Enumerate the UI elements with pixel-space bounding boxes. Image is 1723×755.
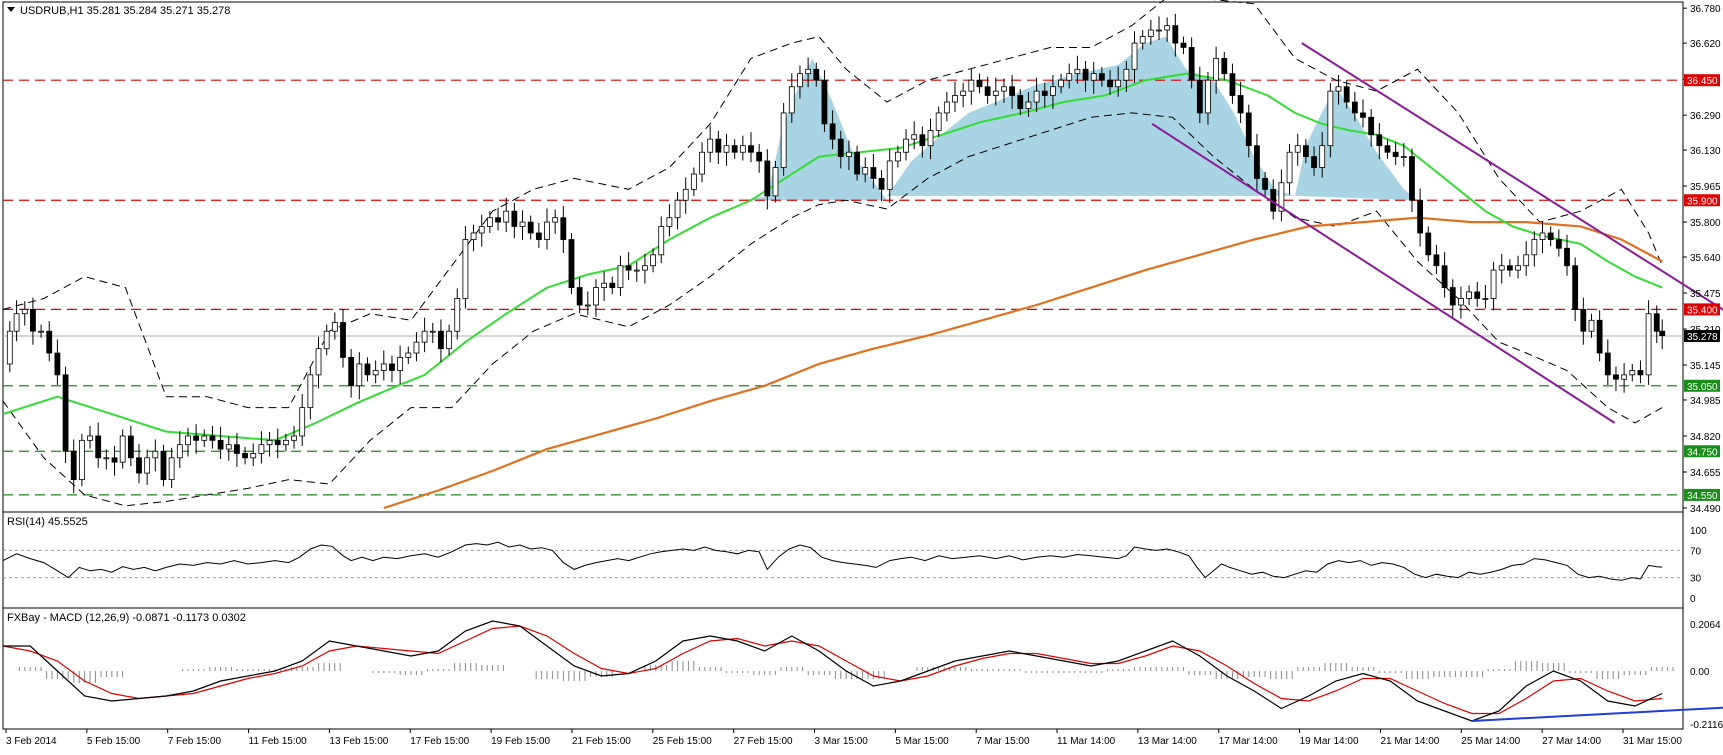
y-tick-label: 35.640 bbox=[1690, 253, 1721, 264]
x-tick-label: 17 Feb 15:00 bbox=[410, 736, 469, 747]
y-tick-label: 36.130 bbox=[1690, 146, 1721, 157]
candle bbox=[568, 232, 575, 295]
rsi-tick-label: 100 bbox=[1690, 526, 1707, 537]
x-tick-label: 27 Mar 14:00 bbox=[1542, 736, 1601, 747]
candle bbox=[62, 366, 69, 464]
rsi-title: RSI(14) 45.5525 bbox=[7, 516, 88, 528]
level-label: 36.450 bbox=[1687, 76, 1718, 87]
x-tick-label: 7 Mar 15:00 bbox=[976, 736, 1030, 747]
macd-tick-label: 0.00 bbox=[1690, 667, 1710, 678]
y-tick-label: 35.800 bbox=[1690, 218, 1721, 229]
x-tick-label: 19 Mar 14:00 bbox=[1300, 736, 1359, 747]
level-label: 34.750 bbox=[1687, 447, 1718, 458]
macd-title: FXBay - MACD (12,26,9) -0.0871 -0.1173 0… bbox=[7, 612, 246, 624]
chart-window: 100 70 30 0 0.2064 0.00 -0.2116 36.780 36.620 3… bbox=[0, 0, 1723, 750]
x-tick-label: 13 Mar 14:00 bbox=[1138, 736, 1197, 747]
y-tick-label: 35.145 bbox=[1690, 361, 1721, 372]
x-tick-label: 21 Feb 15:00 bbox=[572, 736, 631, 747]
y-tick-label: 36.620 bbox=[1690, 39, 1721, 50]
level-label: 35.400 bbox=[1687, 305, 1718, 316]
x-tick-label: 31 Mar 15:00 bbox=[1623, 736, 1682, 747]
x-tick-label: 13 Feb 15:00 bbox=[329, 736, 388, 747]
level-label: 35.050 bbox=[1687, 382, 1718, 393]
price-title: USDRUB,H1 35.281 35.284 35.271 35.278 bbox=[20, 5, 230, 17]
x-tick-label: 27 Feb 15:00 bbox=[734, 736, 793, 747]
price-title-group: USDRUB,H1 35.281 35.284 35.271 35.278 bbox=[7, 5, 230, 17]
chart-canvas: 100 70 30 0 0.2064 0.00 -0.2116 36.780 36.620 3… bbox=[0, 0, 1723, 750]
y-tick-label: 35.965 bbox=[1690, 182, 1721, 193]
level-label: 35.900 bbox=[1687, 196, 1718, 207]
candle bbox=[78, 433, 85, 487]
y-tick-label: 35.475 bbox=[1690, 289, 1721, 300]
y-tick-label: 36.780 bbox=[1690, 4, 1721, 15]
macd-tick-label: -0.2116 bbox=[1690, 720, 1723, 731]
x-tick-label: 5 Mar 15:00 bbox=[895, 736, 949, 747]
macd-tick-label: 0.2064 bbox=[1690, 620, 1721, 631]
rsi-tick-label: 70 bbox=[1690, 546, 1702, 557]
x-tick-label: 3 Feb 2014 bbox=[6, 736, 57, 747]
candle bbox=[160, 444, 167, 487]
y-tick-label: 36.290 bbox=[1690, 111, 1721, 122]
y-tick-label: 34.820 bbox=[1690, 432, 1721, 443]
rsi-tick-label: 0 bbox=[1690, 594, 1696, 605]
x-tick-label: 21 Mar 14:00 bbox=[1380, 736, 1439, 747]
candle bbox=[772, 160, 779, 203]
y-tick-label: 34.490 bbox=[1690, 504, 1721, 515]
level-label: 34.550 bbox=[1687, 491, 1718, 502]
x-tick-label: 19 Feb 15:00 bbox=[491, 736, 550, 747]
x-tick-label: 3 Mar 15:00 bbox=[815, 736, 869, 747]
x-tick-label: 17 Mar 14:00 bbox=[1219, 736, 1278, 747]
candle bbox=[780, 102, 787, 176]
x-tick-label: 11 Feb 15:00 bbox=[249, 736, 308, 747]
x-tick-label: 25 Feb 15:00 bbox=[653, 736, 712, 747]
y-tick-label: 34.655 bbox=[1690, 468, 1721, 479]
x-tick-label: 25 Mar 14:00 bbox=[1461, 736, 1520, 747]
x-tick-label: 7 Feb 15:00 bbox=[168, 736, 222, 747]
x-tick-label: 11 Mar 14:00 bbox=[1057, 736, 1116, 747]
x-tick-label: 5 Feb 15:00 bbox=[87, 736, 141, 747]
current-price-label: 35.278 bbox=[1687, 332, 1718, 343]
rsi-tick-label: 30 bbox=[1690, 574, 1702, 585]
y-tick-label: 34.985 bbox=[1690, 396, 1721, 407]
